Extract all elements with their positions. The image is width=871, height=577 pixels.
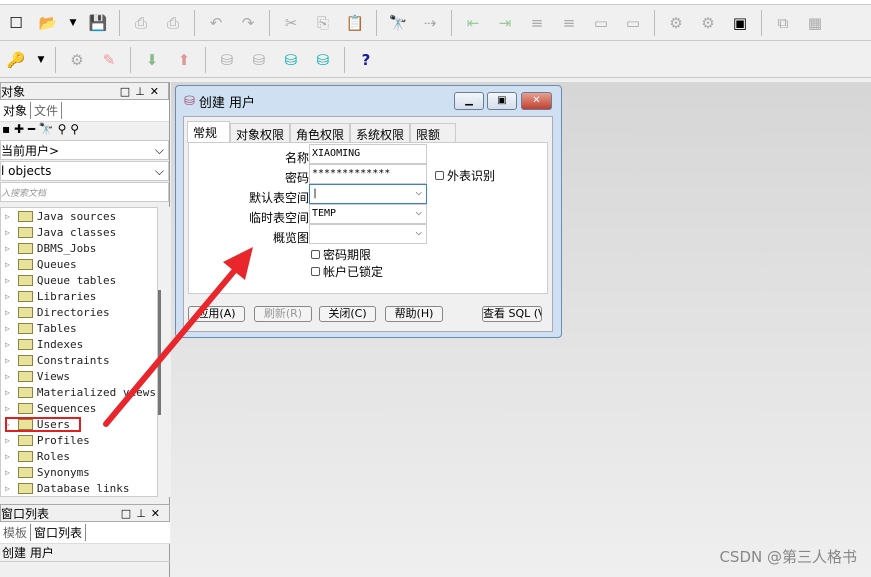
annotation-arrow <box>103 247 253 427</box>
watermark: CSDN @第三人格书 <box>719 548 857 566</box>
arrow-shaft <box>103 261 243 427</box>
